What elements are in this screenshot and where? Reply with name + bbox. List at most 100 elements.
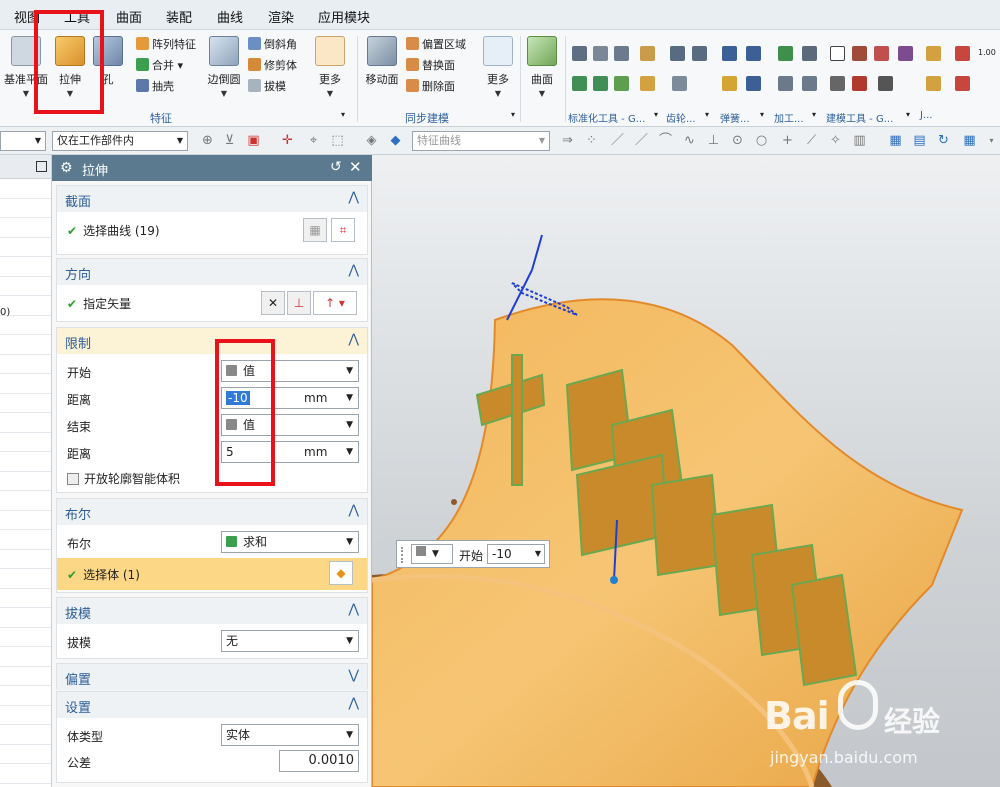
modeling-tool4-icon[interactable] [830,76,845,91]
unite-button[interactable]: 合并 ▾ [136,57,183,75]
misc2-icon[interactable]: ▥ [852,133,867,148]
navigator-row[interactable] [0,452,51,472]
fit-tolerance-icon[interactable] [878,76,893,91]
menu-applications[interactable]: 应用模块 [318,7,370,26]
maximize-icon[interactable] [36,161,47,172]
part-icon[interactable]: ◆ [388,133,403,148]
section-header[interactable]: 截面 ⋀ [57,186,367,212]
modeling-tool-icon[interactable] [852,46,867,61]
boolean-dropdown[interactable]: 求和 ▼ [221,531,359,553]
plus-icon[interactable]: + [780,133,795,148]
gear-icon[interactable]: ⚙ [60,160,73,176]
machining3-icon[interactable] [778,76,793,91]
tolerance-input[interactable]: 0.0010 [279,750,359,772]
rotate-icon[interactable]: ↻ [936,133,951,148]
tool-box2-icon[interactable] [926,76,941,91]
more-sync-button[interactable]: 更多 ▼ [476,36,520,98]
chevron-up-icon[interactable]: ⋀ [348,503,359,518]
offset-region-button[interactable]: 偏置区域 [406,36,466,54]
group-expand-icon[interactable]: ▾ [705,110,709,119]
body-type-dropdown[interactable]: 实体 ▼ [221,724,359,746]
rect-select-icon[interactable]: ⬚ [330,133,345,148]
tool-green3-icon[interactable] [614,76,629,91]
cursor-icon[interactable]: ✛ [280,133,295,148]
select-curve-row[interactable]: ✔ 选择曲线 (19) [67,222,160,239]
reverse-direction-icon[interactable]: ✕ [261,291,285,315]
direction-header[interactable]: 方向 ⋀ [57,259,367,285]
fastener-icon[interactable] [593,46,608,61]
navigator-row[interactable] [0,589,51,608]
surface-button[interactable]: 曲面 ▼ [520,36,564,98]
navigator-row[interactable] [0,433,51,452]
move-face-button[interactable]: 移动面 [360,36,404,87]
vector-dialog-icon[interactable]: ⊥ [287,291,311,315]
tool-box-icon[interactable] [926,46,941,61]
navigator-row[interactable] [0,218,51,238]
navigator-row[interactable] [0,394,51,413]
close-icon[interactable]: ✕ [349,158,362,176]
chevron-down-icon[interactable]: ▾ [984,133,999,148]
navigator-row[interactable] [0,569,51,589]
tool-green2-icon[interactable] [593,76,608,91]
arrow-right-icon[interactable]: ⇒ [560,133,575,148]
boolean-header[interactable]: 布尔 ⋀ [57,499,367,525]
machining2-icon[interactable] [802,46,817,61]
delete-face-button[interactable]: 删除面 [406,78,455,96]
curve-rule-icon[interactable]: ▦ [303,218,327,242]
group-expand-icon[interactable]: ▾ [341,110,345,119]
layout-icon[interactable]: ▦ [962,133,977,148]
chamfer-button[interactable]: 倒斜角 [248,36,297,54]
group-expand-icon[interactable]: ▾ [511,110,515,119]
sketch-section-icon[interactable]: ⌗ [331,218,355,242]
tool-yellow-icon[interactable] [640,76,655,91]
line2-icon[interactable]: ／ [634,133,649,148]
spring-part-icon[interactable] [614,46,629,61]
dimension2-icon[interactable] [955,76,970,91]
navigator-row[interactable] [0,472,51,491]
triangle-icon[interactable] [830,46,845,61]
menu-render[interactable]: 渲染 [268,7,294,26]
points-icon[interactable]: ⁘ [584,133,599,148]
misc-icon[interactable]: ✧ [828,133,843,148]
arc-icon[interactable]: ⌒ [658,133,673,148]
navigator-row[interactable] [0,277,51,296]
modeling-tool5-icon[interactable] [852,76,867,91]
vector-type-dropdown[interactable]: ↑ ▾ [313,291,357,315]
floating-start-input[interactable]: -10 ▼ [487,544,545,564]
drag-grip-icon[interactable] [401,547,405,563]
scope-filter-dropdown[interactable]: 仅在工作部件内 ▼ [52,131,188,151]
group-expand-icon[interactable]: ▾ [760,110,764,119]
reset-icon[interactable]: ↺ [330,159,342,175]
standard-part-icon[interactable] [572,46,587,61]
navigator-row[interactable] [0,725,51,745]
navigator-row[interactable] [0,628,51,647]
body-cube-icon[interactable]: ◆ [329,561,353,585]
tool-green-icon[interactable] [572,76,587,91]
select-box-icon[interactable]: ⌖ [306,133,321,148]
spline-icon[interactable]: ∿ [682,133,697,148]
select-body-row[interactable]: ✔ 选择体 (1) ◆ [57,558,367,590]
draft-button[interactable]: 拔模 [248,78,286,96]
view2-icon[interactable]: ▤ [912,133,927,148]
navigator-row[interactable] [0,238,51,257]
group-expand-icon[interactable]: ▾ [906,110,910,119]
modeling-tool3-icon[interactable] [898,46,913,61]
select-icon[interactable]: ▣ [246,133,261,148]
gear2-icon[interactable] [692,46,707,61]
navigator-row[interactable] [0,199,51,218]
filter-icon[interactable]: ⊻ [222,133,237,148]
drag-handle[interactable] [610,576,618,584]
group-expand-icon[interactable]: ▾ [654,110,658,119]
view-icon[interactable]: ▦ [888,133,903,148]
menu-surface[interactable]: 曲面 [116,7,142,26]
navigator-row[interactable] [0,706,51,725]
navigator-row[interactable] [0,667,51,686]
settings-header[interactable]: 设置 ⋀ [57,692,367,718]
navigator-row[interactable] [0,511,51,530]
navigator-row[interactable] [0,335,51,355]
navigator-row[interactable] [0,316,51,335]
open-profile-checkbox[interactable] [67,473,79,485]
navigator-row[interactable] [0,530,51,550]
spring2-icon[interactable] [746,46,761,61]
chevron-up-icon[interactable]: ⋀ [348,332,359,347]
